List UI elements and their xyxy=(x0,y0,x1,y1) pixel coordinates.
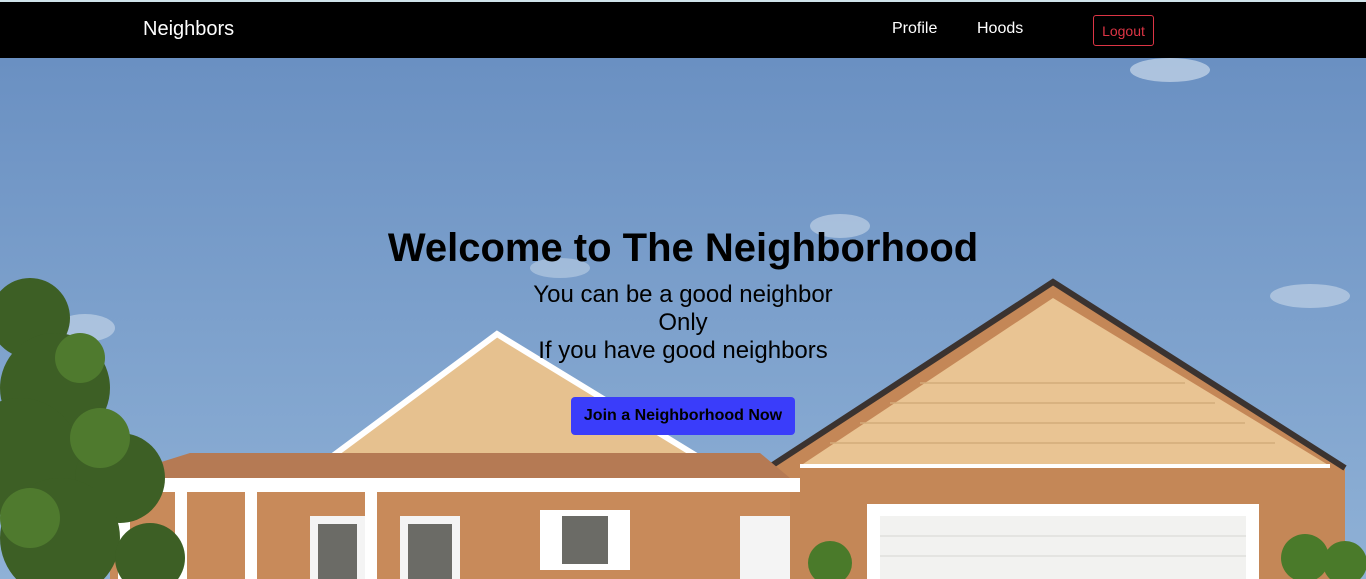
hero-section: Welcome to The Neighborhood You can be a… xyxy=(0,58,1366,579)
join-neighborhood-button[interactable]: Join a Neighborhood Now xyxy=(571,397,795,435)
hero-tagline-line: Only xyxy=(658,309,708,336)
brand-link[interactable]: Neighbors xyxy=(143,18,234,41)
hero-tagline-line: You can be a good neighbor xyxy=(533,281,833,308)
nav-link-profile[interactable]: Profile xyxy=(892,20,937,38)
navbar: Neighbors Profile Hoods Logout xyxy=(0,0,1366,58)
hero-title: Welcome to The Neighborhood xyxy=(387,226,979,270)
nav-link-hoods[interactable]: Hoods xyxy=(977,20,1023,38)
logout-button[interactable]: Logout xyxy=(1093,15,1154,46)
hero-tagline-line: If you have good neighbors xyxy=(538,337,828,364)
